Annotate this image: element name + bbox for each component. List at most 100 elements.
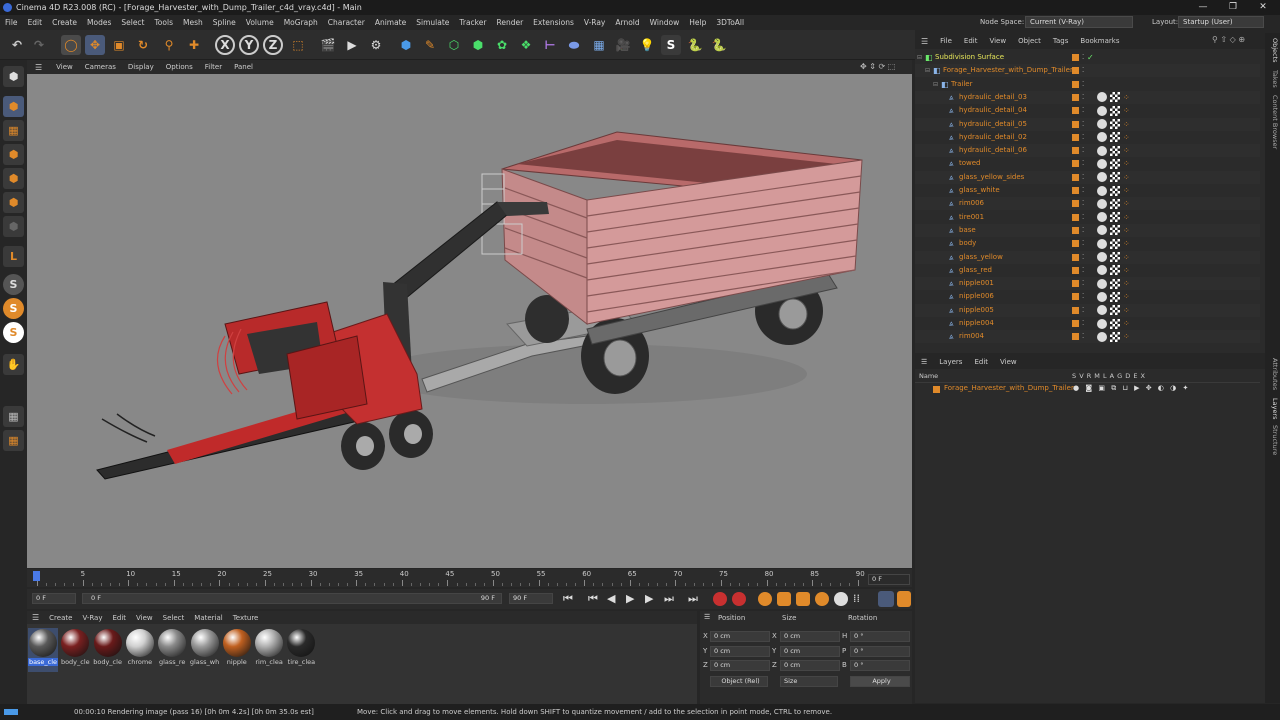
material-tag-icon[interactable] (1097, 252, 1107, 262)
layers-menu-view[interactable]: View (994, 358, 1023, 366)
tab-content-browser[interactable]: Content Browser (1266, 95, 1279, 149)
vray-tag-icon[interactable] (1110, 105, 1120, 116)
visibility-dots-icon[interactable]: ⁚ (1082, 211, 1084, 224)
phong-tag-icon[interactable]: ⁘ (1123, 264, 1130, 277)
menu-tracker[interactable]: Tracker (454, 18, 491, 27)
enabled-check-icon[interactable]: ✓ (1087, 51, 1094, 64)
layer-tag-icon[interactable] (1072, 306, 1079, 314)
menu-extensions[interactable]: Extensions (528, 18, 579, 27)
object-row[interactable]: ⊟ ◧ Forage_Harvester_with_Dump_Trailer ⁚ (915, 64, 1260, 78)
material-name[interactable]: glass_re (157, 658, 187, 666)
material-preview[interactable] (255, 629, 284, 657)
python-icon[interactable]: 🐍 (685, 35, 705, 55)
size-field[interactable]: 0 cm (780, 631, 840, 642)
vray-tag-icon[interactable] (1110, 225, 1120, 236)
material-tag-icon[interactable] (1097, 198, 1107, 209)
mograph-icon[interactable]: ❖ (516, 35, 536, 55)
material-tag-icon[interactable] (1097, 238, 1107, 249)
viewport-menu-panel[interactable]: Panel (228, 63, 259, 71)
material-tag-icon[interactable] (1097, 172, 1107, 183)
keyframe-selection-icon[interactable] (758, 592, 772, 606)
object-row[interactable]: ⩓ nipple005 ⁚ ⁘ (915, 303, 1260, 317)
object-row[interactable]: ⩓ hydraulic_detail_03 ⁚ ⁘ (915, 90, 1260, 104)
layer-tag-icon[interactable] (1072, 173, 1079, 181)
vray-tag-icon[interactable] (1110, 212, 1120, 223)
object-row[interactable]: ⩓ base ⁚ ⁘ (915, 223, 1260, 237)
material-swatch[interactable]: nipple (222, 628, 252, 672)
layers-menu-layers[interactable]: Layers (933, 358, 968, 366)
layer-tag-icon[interactable] (1072, 200, 1079, 208)
close-button[interactable]: ✕ (1248, 0, 1278, 15)
object-row[interactable]: ⩓ hydraulic_detail_05 ⁚ ⁘ (915, 117, 1260, 131)
material-tag-icon[interactable] (1097, 132, 1107, 143)
object-name[interactable]: Trailer (951, 78, 973, 91)
material-preview[interactable] (29, 629, 57, 657)
object-search-icons[interactable]: ⚲ ⇧ ◇ ⊕ (1212, 35, 1245, 44)
phong-tag-icon[interactable]: ⁘ (1123, 184, 1130, 197)
material-tag-icon[interactable] (1097, 185, 1107, 196)
menu-spline[interactable]: Spline (208, 18, 241, 27)
visibility-dots-icon[interactable]: ⁚ (1082, 264, 1084, 277)
layer-tag-icon[interactable] (1072, 253, 1079, 261)
layer-row[interactable]: Forage_Harvester_with_Dump_Trailer ● ◙ ▣… (915, 384, 1260, 396)
visibility-dots-icon[interactable]: ⁚ (1082, 237, 1084, 250)
render-region-icon[interactable]: 🎬 (318, 35, 338, 55)
phong-tag-icon[interactable]: ⁘ (1123, 211, 1130, 224)
vray-tag-icon[interactable] (1110, 185, 1120, 196)
viewport-menu-display[interactable]: Display (122, 63, 160, 71)
object-name[interactable]: hydraulic_detail_05 (959, 118, 1027, 131)
frame-range-slider[interactable]: 0 F 90 F (82, 593, 502, 604)
redo-button[interactable]: ↷ (29, 35, 49, 55)
menu-3dtoall[interactable]: 3DToAll (711, 18, 749, 27)
timeline-ruler[interactable]: 051015202530354045505560657075808590 (27, 569, 912, 587)
select-tool-icon[interactable]: ◯ (61, 35, 81, 55)
object-row[interactable]: ⩓ hydraulic_detail_02 ⁚ ⁘ (915, 131, 1260, 144)
layer-tag-icon[interactable] (1072, 213, 1079, 221)
tab-layers[interactable]: Layers (1266, 398, 1279, 420)
material-tag-icon[interactable] (1097, 225, 1107, 236)
visibility-dots-icon[interactable]: ⁚ (1082, 304, 1084, 317)
phong-tag-icon[interactable]: ⁘ (1123, 304, 1130, 317)
material-menu-v-ray[interactable]: V-Ray (77, 614, 107, 622)
vray-tag-icon[interactable] (1110, 92, 1120, 103)
vray-tag-icon[interactable] (1110, 278, 1120, 289)
menu-render[interactable]: Render (491, 18, 528, 27)
position-field[interactable]: 0 cm (710, 660, 770, 671)
material-swatch[interactable]: body_cle (93, 628, 123, 672)
layer-tag-icon[interactable] (1072, 120, 1079, 128)
menu-volume[interactable]: Volume (241, 18, 279, 27)
material-menu-icon[interactable]: ☰ (27, 613, 44, 622)
object-row[interactable]: ⩓ hydraulic_detail_06 ⁚ ⁘ (915, 144, 1260, 158)
rotation-field[interactable]: 0 ° (850, 645, 910, 657)
viewport-menu-icon[interactable]: ☰ (27, 63, 50, 72)
visibility-dots-icon[interactable]: ⁚ (1082, 184, 1084, 197)
material-name[interactable]: chrome (125, 658, 155, 666)
object-name[interactable]: nipple001 (959, 277, 994, 290)
start-frame-field[interactable]: 0 F (32, 593, 76, 604)
texture-mode-icon[interactable]: ▦ (3, 120, 24, 141)
phong-tag-icon[interactable]: ⁘ (1123, 277, 1130, 290)
visibility-dots-icon[interactable]: ⁚ (1082, 104, 1084, 117)
layer-tag-icon[interactable] (1072, 226, 1079, 234)
phong-tag-icon[interactable]: ⁘ (1123, 330, 1130, 343)
phong-tag-icon[interactable]: ⁘ (1123, 131, 1130, 144)
material-tag-icon[interactable] (1097, 291, 1107, 302)
material-preview[interactable] (125, 629, 154, 657)
material-tag-icon[interactable] (1097, 305, 1107, 316)
object-menu-tags[interactable]: Tags (1047, 37, 1075, 45)
3d-viewport[interactable] (27, 74, 912, 568)
object-name[interactable]: Subdivision Surface (935, 51, 1004, 64)
model-mode-icon[interactable]: ⬢ (3, 96, 24, 117)
layer-tag-icon[interactable] (1072, 280, 1079, 288)
object-name[interactable]: rim006 (959, 197, 984, 210)
visibility-dots-icon[interactable]: ⁚ (1082, 157, 1084, 170)
vray-tag-icon[interactable] (1110, 238, 1120, 249)
key-rotation-icon[interactable] (815, 592, 829, 606)
material-name[interactable]: body_cle (60, 658, 90, 666)
material-swatch[interactable]: glass_re (157, 628, 187, 672)
polygon-mode-icon[interactable]: ⬢ (3, 192, 24, 213)
size-mode-dropdown[interactable]: Size (780, 676, 838, 687)
menu-arnold[interactable]: Arnold (610, 18, 644, 27)
go-end-icon[interactable]: ⏭ (688, 592, 698, 606)
phong-tag-icon[interactable]: ⁘ (1123, 251, 1130, 264)
